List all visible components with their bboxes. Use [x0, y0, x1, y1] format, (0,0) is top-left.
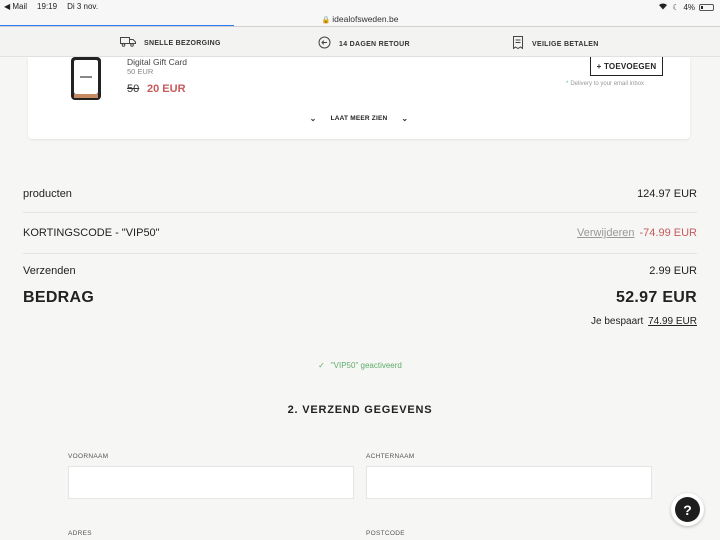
status-date: Di 3 nov. [67, 2, 99, 11]
first-name-input[interactable] [68, 466, 354, 499]
discount-label: KORTINGSCODE - "VIP50" [23, 227, 160, 239]
battery-percent: 4% [683, 2, 695, 12]
ios-status-bar: ◀ Mail 19:19 Di 3 nov. ☾ 4% [0, 0, 720, 13]
shipping-row: Verzenden 2.99 EUR [23, 265, 697, 277]
total-label: BEDRAG [23, 289, 95, 306]
address-label: ADRES [68, 530, 92, 537]
savings-label: Je bespaart [591, 316, 644, 327]
sale-price: 20 EUR [147, 83, 186, 95]
help-chat-button[interactable]: ? [671, 493, 704, 526]
receipt-icon [512, 36, 524, 52]
question-icon: ? [675, 497, 700, 522]
lock-icon: 🔒 [321, 17, 331, 24]
total-value: 52.97 EUR [616, 289, 697, 306]
divider [23, 212, 697, 213]
coupon-activated-message: ✓ "VIP50" geactiveerd [318, 361, 402, 370]
truck-icon [120, 36, 136, 50]
postcode-label: POSTCODE [366, 530, 405, 537]
back-to-mail-link[interactable]: ◀ Mail [4, 2, 27, 11]
old-price: 50 [127, 83, 140, 95]
remove-discount-link[interactable]: Verwijderen [577, 227, 634, 239]
gift-card-image [71, 57, 101, 100]
address-bar[interactable]: 🔒 idealofsweden.be [0, 13, 720, 27]
last-name-label: ACHTERNAAM [366, 453, 415, 460]
delivery-note: * Delivery to your email inbox [566, 81, 645, 87]
return-icon [318, 36, 331, 52]
divider [23, 253, 697, 254]
benefit-fast-delivery: SNELLE BEZORGING [120, 36, 221, 50]
product-value: 50 EUR [127, 67, 154, 76]
savings-value: 74.99 EUR [648, 316, 697, 327]
url-text: idealofsweden.be [332, 14, 399, 24]
moon-icon: ☾ [672, 2, 680, 12]
benefits-bar: SNELLE BEZORGING 14 DAGEN RETOUR VEILIGE… [0, 27, 720, 57]
status-time: 19:19 [37, 2, 58, 11]
shipping-value: 2.99 EUR [649, 265, 697, 277]
products-label: producten [23, 188, 72, 200]
benefit-secure-payment: VEILIGE BETALEN [512, 36, 599, 52]
total-row: BEDRAG 52.97 EUR [23, 289, 697, 307]
products-subtotal-row: producten 124.97 EUR [23, 188, 697, 200]
asterisk-icon: * [566, 81, 569, 87]
show-more-button[interactable]: ⌄ LAAT MEER ZIEN ⌄ [28, 114, 690, 123]
product-name: Digital Gift Card [127, 57, 187, 67]
first-name-label: VOORNAAM [68, 453, 109, 460]
shipping-section-title: 2. VERZEND GEGEVENS [287, 404, 433, 416]
benefit-returns: 14 DAGEN RETOUR [318, 36, 410, 52]
shipping-label: Verzenden [23, 265, 76, 277]
products-value: 124.97 EUR [637, 188, 697, 200]
last-name-input[interactable] [366, 466, 652, 499]
add-to-cart-button[interactable]: + TOEVOEGEN [590, 57, 663, 76]
discount-row: KORTINGSCODE - "VIP50" Verwijderen -74.99… [23, 227, 697, 239]
chevron-down-icon: ⌄ [309, 114, 317, 123]
wifi-icon [658, 2, 668, 12]
upsell-card: Digital Gift Card 50 EUR 50 20 EUR + TOE… [28, 57, 690, 139]
chevron-down-icon: ⌄ [401, 114, 409, 123]
checkmark-icon: ✓ [318, 361, 325, 370]
battery-icon [699, 3, 714, 11]
discount-value: -74.99 EUR [639, 227, 697, 239]
